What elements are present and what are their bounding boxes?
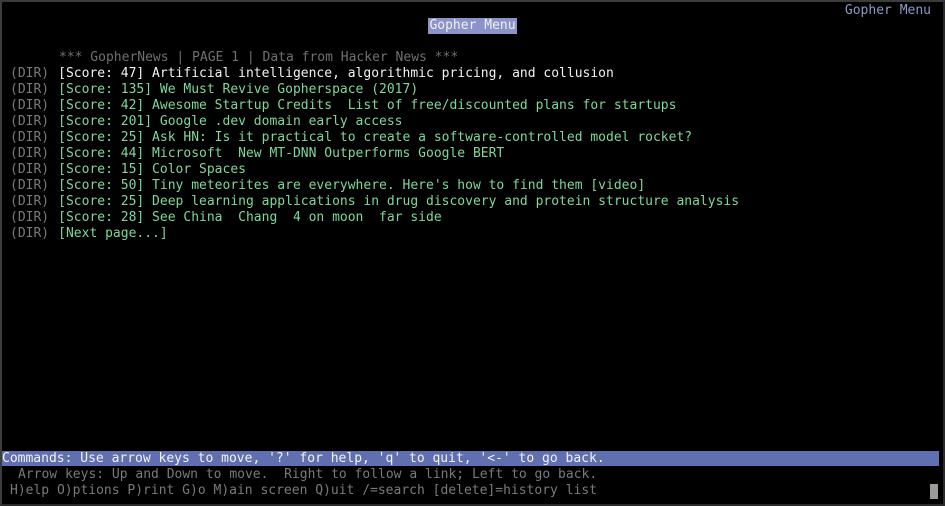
menu-link[interactable]: (DIR) [Score: 50] Tiny meteorites are eve… xyxy=(10,178,739,194)
menu-link-label[interactable]: [Score: 25] Ask HN: Is it practical to c… xyxy=(58,130,692,145)
dir-type-tag: (DIR) xyxy=(10,178,50,193)
commands-status-bar: Commands: Use arrow keys to move, '?' fo… xyxy=(2,451,939,466)
dir-type-tag: (DIR) xyxy=(10,114,50,129)
menu-link[interactable]: (DIR) [Score: 42] Awesome Startup Credits… xyxy=(10,98,739,114)
help-line-navigation: Arrow keys: Up and Down to move. Right t… xyxy=(18,467,598,482)
menu-header-line: *** GopherNews | PAGE 1 | Data from Hack… xyxy=(59,50,459,65)
page-title: Gopher Menu xyxy=(428,18,517,34)
dir-type-tag: (DIR) xyxy=(10,82,50,97)
menu-link-label[interactable]: [Score: 15] Color Spaces xyxy=(58,162,246,177)
dir-type-tag: (DIR) xyxy=(10,66,50,81)
menu-link-label[interactable]: [Score: 50] Tiny meteorites are everywhe… xyxy=(58,178,645,193)
dir-type-tag: (DIR) xyxy=(10,146,50,161)
dir-type-tag: (DIR) xyxy=(10,162,50,177)
menu-link-label[interactable]: [Score: 135] We Must Revive Gopherspace … xyxy=(58,82,418,97)
menu-link[interactable]: (DIR) [Score: 28] See China Chang 4 on mo… xyxy=(10,210,739,226)
window-title: Gopher Menu xyxy=(844,3,931,18)
menu-link-label[interactable]: [Score: 25] Deep learning applications i… xyxy=(58,194,739,209)
menu-link-label[interactable]: [Score: 201] Google .dev domain early ac… xyxy=(58,114,402,129)
menu-link[interactable]: (DIR) [Score: 201] Google .dev domain ear… xyxy=(10,114,739,130)
menu-link-label[interactable]: [Score: 44] Microsoft New MT-DNN Outperf… xyxy=(58,146,504,161)
menu-link-label[interactable]: [Score: 28] See China Chang 4 on moon fa… xyxy=(58,210,442,225)
menu-link[interactable]: (DIR) [Score: 25] Ask HN: Is it practical… xyxy=(10,130,739,146)
gopher-link-list: (DIR) [Score: 47] Artificial intelligence… xyxy=(10,66,739,242)
menu-link[interactable]: (DIR) [Score: 25] Deep learning applicati… xyxy=(10,194,739,210)
dir-type-tag: (DIR) xyxy=(10,226,50,241)
dir-type-tag: (DIR) xyxy=(10,98,50,113)
dir-type-tag: (DIR) xyxy=(10,130,50,145)
menu-link-label[interactable]: [Score: 42] Awesome Startup Credits List… xyxy=(58,98,676,113)
menu-link[interactable]: (DIR) [Score: 44] Microsoft New MT-DNN Ou… xyxy=(10,146,739,162)
menu-link-label[interactable]: [Score: 47] Artificial intelligence, alg… xyxy=(58,66,614,81)
menu-link-selected[interactable]: (DIR) [Score: 47] Artificial intelligence… xyxy=(10,66,739,82)
dir-type-tag: (DIR) xyxy=(10,194,50,209)
menu-link-label[interactable]: [Next page...] xyxy=(58,226,168,241)
terminal-cursor xyxy=(930,484,938,499)
menu-link[interactable]: (DIR) [Score: 15] Color Spaces xyxy=(10,162,739,178)
help-line-shortcuts: H)elp O)ptions P)rint G)o M)ain screen Q… xyxy=(10,483,597,498)
page-title-container: Gopher Menu xyxy=(0,18,945,34)
menu-link[interactable]: (DIR) [Next page...] xyxy=(10,226,739,242)
menu-link[interactable]: (DIR) [Score: 135] We Must Revive Gophers… xyxy=(10,82,739,98)
dir-type-tag: (DIR) xyxy=(10,210,50,225)
